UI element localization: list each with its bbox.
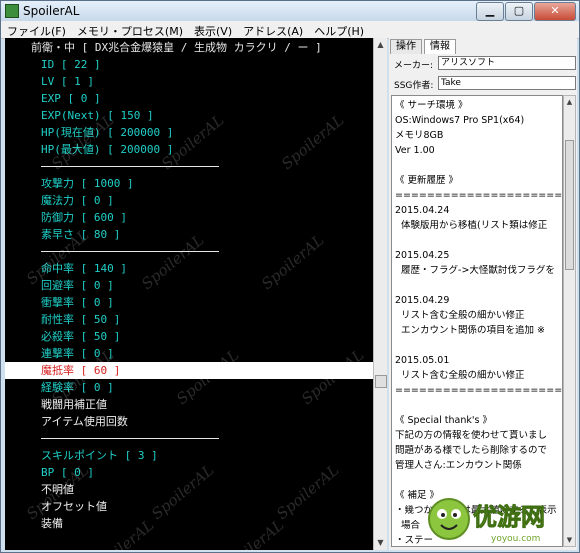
- menu-view[interactable]: 表示(V): [188, 21, 237, 38]
- notes-scrollbar[interactable]: ▲ ▼: [563, 95, 576, 547]
- list-row[interactable]: 不明値: [41, 481, 373, 498]
- list-row[interactable]: 攻撃力 [ 1000 ]: [41, 175, 373, 192]
- menu-memory-process[interactable]: メモリ・プロセス(M): [71, 21, 188, 38]
- scroll-thumb[interactable]: [375, 375, 387, 388]
- note-line: 《 Special thank's 》: [395, 415, 492, 426]
- note-line: リスト含む全般の細かい修正: [395, 370, 525, 381]
- note-line: 2015.04.24: [395, 205, 450, 216]
- scroll-up-arrow-icon[interactable]: ▲: [374, 38, 387, 52]
- ssg-author-label: SSG作者:: [394, 81, 434, 91]
- group-separator: [41, 438, 219, 439]
- ssg-author-field[interactable]: Take: [438, 76, 576, 90]
- note-line: 体験版用から移植(リスト類は修正: [395, 220, 548, 231]
- note-line: =================================: [395, 190, 563, 201]
- note-line: 問題がある様でしたら削除するので: [395, 445, 548, 456]
- note-line: Ver 1.00: [395, 145, 435, 156]
- app-icon: [5, 4, 19, 18]
- note-line: 《 サーチ環境 》: [395, 100, 468, 111]
- menu-address[interactable]: アドレス(A): [237, 21, 308, 38]
- list-row[interactable]: オフセット値: [41, 498, 373, 515]
- list-row[interactable]: スキルポイント [ 3 ]: [41, 447, 373, 464]
- maker-label: メーカー:: [394, 61, 434, 71]
- list-row[interactable]: LV [ 1 ]: [41, 73, 373, 90]
- scroll-down-arrow-icon[interactable]: ▼: [374, 536, 387, 550]
- list-row[interactable]: HP(現在値) [ 200000 ]: [41, 124, 373, 141]
- info-notes-textarea[interactable]: 《 サーチ環境 》 OS:Windows7 Pro SP1(x64) メモリ8GB V…: [391, 95, 563, 547]
- menu-help[interactable]: ヘルプ(H): [308, 21, 369, 38]
- list-row[interactable]: 戦闘用補正値: [41, 396, 373, 413]
- tab-info[interactable]: 情報: [424, 39, 456, 54]
- menu-file[interactable]: ファイル(F): [1, 21, 71, 38]
- list-header-row[interactable]: 前衛・中 [ DX兆合金爆猿皇 / 生成物 カラクリ / ー ]: [31, 39, 373, 56]
- list-row[interactable]: 命中率 [ 140 ]: [41, 260, 373, 277]
- notes-scroll-up-icon[interactable]: ▲: [564, 96, 575, 108]
- list-row[interactable]: 必殺率 [ 50 ]: [41, 328, 373, 345]
- note-line: 2015.05.01: [395, 355, 450, 366]
- note-line: リスト含む全般の細かい修正: [395, 310, 525, 321]
- address-list-panel[interactable]: 前衛・中 [ DX兆合金爆猿皇 / 生成物 カラクリ / ー ] ID [ 22 …: [5, 38, 373, 550]
- logo-subtext: yoyou.com: [491, 534, 540, 544]
- note-line: 下記の方の情報を使わせて貰いまし: [395, 430, 548, 441]
- list-row-selected[interactable]: 魔抵率 [ 60 ]: [5, 362, 373, 379]
- list-row[interactable]: BP [ 0 ]: [41, 464, 373, 481]
- title-bar[interactable]: SpoilerAL ▁ ▢ ✕: [1, 1, 579, 21]
- window-title: SpoilerAL: [23, 4, 80, 18]
- note-line: メモリ8GB: [395, 130, 444, 141]
- list-row[interactable]: 魔法力 [ 0 ]: [41, 192, 373, 209]
- list-row[interactable]: 回避率 [ 0 ]: [41, 277, 373, 294]
- note-line: 管理人さん:エンカウント関係: [395, 460, 522, 471]
- list-row[interactable]: 素早さ [ 80 ]: [41, 226, 373, 243]
- note-line: 《 更新履歴 》: [395, 175, 459, 186]
- list-row[interactable]: 防御力 [ 600 ]: [41, 209, 373, 226]
- note-line: エンカウント関係の項目を追加 ※: [395, 325, 546, 336]
- menu-bar: ファイル(F) メモリ・プロセス(M) 表示(V) アドレス(A) ヘルプ(H): [1, 21, 579, 39]
- group-separator: [41, 166, 219, 167]
- note-line: 2015.04.29: [395, 295, 450, 306]
- list-row[interactable]: HP(最大値) [ 200000 ]: [41, 141, 373, 158]
- site-logo: 优游网 yoyou.com: [428, 498, 545, 544]
- list-row[interactable]: EXP(Next) [ 150 ]: [41, 107, 373, 124]
- group-separator: [41, 251, 219, 252]
- list-row[interactable]: 連撃率 [ 0 ]: [41, 345, 373, 362]
- list-row[interactable]: 装備: [41, 515, 373, 532]
- app-window: SpoilerAL ▁ ▢ ✕ ファイル(F) メモリ・プロセス(M) 表示(V…: [0, 0, 580, 553]
- minimize-button[interactable]: ▁: [476, 2, 504, 21]
- notes-scroll-thumb[interactable]: [565, 140, 574, 270]
- address-list-scrollbar[interactable]: ▲ ▼: [373, 38, 387, 550]
- info-panel: 操作 情報 メーカー: アリスソフト SSG作者: Take 《 サーチ環境 》…: [389, 38, 577, 550]
- close-button[interactable]: ✕: [534, 2, 576, 21]
- note-line: 2015.04.25: [395, 250, 450, 261]
- logo-text: 优游网: [473, 503, 545, 531]
- list-row[interactable]: 耐性率 [ 50 ]: [41, 311, 373, 328]
- note-line: =================================: [395, 385, 563, 396]
- note-line: OS:Windows7 Pro SP1(x64): [395, 115, 525, 126]
- list-row[interactable]: 経験率 [ 0 ]: [41, 379, 373, 396]
- note-line: 履歴・フラグ->大怪獣討伐フラグを: [395, 265, 555, 276]
- list-row[interactable]: EXP [ 0 ]: [41, 90, 373, 107]
- list-row[interactable]: ID [ 22 ]: [41, 56, 373, 73]
- list-row[interactable]: アイテム使用回数: [41, 413, 373, 430]
- list-row[interactable]: 衝撃率 [ 0 ]: [41, 294, 373, 311]
- maker-field[interactable]: アリスソフト: [438, 56, 576, 70]
- tab-operation[interactable]: 操作: [390, 39, 422, 54]
- maximize-button[interactable]: ▢: [505, 2, 533, 21]
